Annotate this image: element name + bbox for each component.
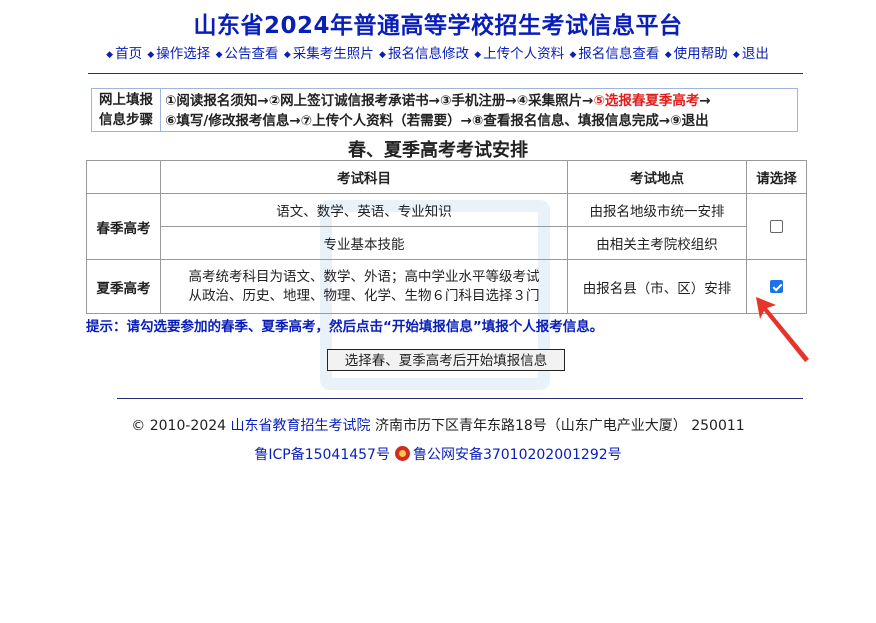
spring-subject-2: 专业基本技能: [160, 226, 568, 260]
nav-bullet-icon: ◆: [283, 50, 291, 60]
header-divider: [88, 73, 803, 74]
nav-bullet-icon: ◆: [215, 50, 223, 60]
table-row: 夏季高考 高考统考科目为语文、数学、外语；高中学业水平等级考试 从政治、历史、地…: [86, 259, 807, 314]
nav-bullet-icon: ◆: [379, 50, 386, 60]
nav-bullet-icon: ◆: [474, 50, 482, 60]
nav-home[interactable]: 首页: [115, 46, 142, 62]
footer-divider: [117, 398, 803, 399]
steps-text: ①阅读报名须知→②网上签订诚信报考承诺书→③手机注册→④采集照片→⑤选报春夏季高…: [165, 93, 711, 129]
icp-link[interactable]: 鲁ICP备15041457号: [254, 447, 390, 463]
col-header-subject: 考试科目: [160, 160, 568, 194]
summer-season-label: 夏季高考: [86, 259, 161, 314]
nav-edit-registration[interactable]: 报名信息修改: [388, 46, 469, 62]
summer-subject: 高考统考科目为语文、数学、外语；高中学业水平等级考试 从政治、历史、地理、物理、…: [160, 259, 568, 314]
footer-records: 鲁ICP备15041457号 鲁公网安备37010202001292号: [0, 444, 876, 464]
start-fill-button[interactable]: 选择春、夏季高考后开始填报信息: [327, 349, 565, 371]
nav-view-registration[interactable]: 报名信息查看: [578, 46, 659, 62]
table-header-row: 考试科目 考试地点 请选择: [86, 160, 807, 194]
nav-bullet-icon: ◆: [569, 50, 577, 60]
police-record-link[interactable]: 鲁公网安备37010202001292号: [413, 447, 622, 463]
spring-season-label: 春季高考: [86, 193, 161, 260]
footer-copyright: © 2010-2024 山东省教育招生考试院 济南市历下区青年东路18号（山东广…: [131, 418, 745, 434]
nav-announcements[interactable]: 公告查看: [225, 46, 279, 62]
table-row: 春季高考 语文、数学、英语、专业知识 由报名地级市统一安排: [86, 193, 807, 260]
tip-text: 提示：请勾选要参加的春季、夏季高考，然后点击“开始填报信息”填报个人报考信息。: [86, 319, 604, 335]
steps-label: 网上填报 信息步骤: [92, 89, 161, 131]
nav-logout[interactable]: 退出: [742, 46, 769, 62]
col-header-location: 考试地点: [567, 160, 747, 194]
spring-location-2: 由相关主考院校组织: [567, 226, 747, 260]
spring-location-1: 由报名地级市统一安排: [567, 193, 747, 227]
annotation-arrow-icon: [756, 297, 809, 362]
nav-bullet-icon: ◆: [664, 50, 672, 60]
nav-operation-select[interactable]: 操作选择: [156, 46, 210, 62]
col-header-select: 请选择: [746, 160, 807, 194]
nav-bullet-icon: ◆: [106, 50, 114, 60]
schedule-title: 春、夏季高考考试安排: [348, 140, 528, 161]
spring-subject-1: 语文、数学、英语、专业知识: [160, 193, 568, 227]
schedule-table: 考试科目 考试地点 请选择 春季高考 语文、数学、英语、专业知识 由报名地级市统…: [86, 160, 807, 314]
summer-location: 由报名县（市、区）安排: [567, 259, 747, 314]
nav-bullet-icon: ◆: [147, 50, 155, 60]
nav-bullet-icon: ◆: [732, 50, 740, 60]
org-link[interactable]: 山东省教育招生考试院: [231, 418, 371, 434]
steps-box: 网上填报 信息步骤 ①阅读报名须知→②网上签订诚信报考承诺书→③手机注册→④采集…: [91, 88, 798, 132]
nav-upload-documents[interactable]: 上传个人资料: [483, 46, 564, 62]
page-title: 山东省2024年普通高等学校招生考试信息平台: [193, 13, 683, 39]
nav-help[interactable]: 使用帮助: [674, 46, 728, 62]
current-step: ⑤选报春夏季高考: [593, 93, 700, 109]
summer-checkbox[interactable]: [770, 280, 783, 293]
spring-checkbox[interactable]: [770, 220, 783, 233]
top-nav: ◆ 首页 ◆ 操作选择 ◆ 公告查看 ◆ 采集考生照片 ◆ 报名信息修改 ◆ 上传个人资料 …: [0, 42, 876, 62]
police-emblem-icon: [394, 446, 410, 461]
nav-capture-photo[interactable]: 采集考生照片: [293, 46, 374, 62]
table-row: 专业基本技能 由相关主考院校组织: [87, 226, 807, 260]
